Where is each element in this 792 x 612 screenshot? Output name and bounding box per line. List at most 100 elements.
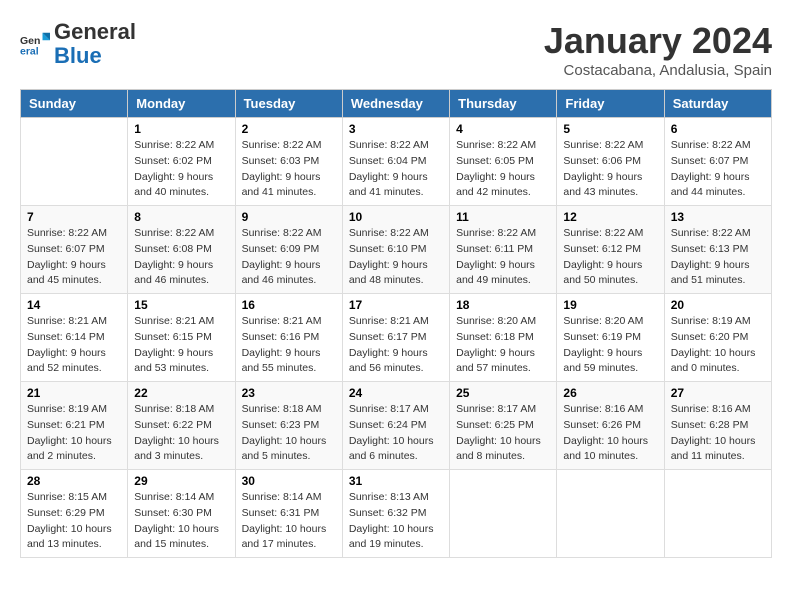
day-number: 19 xyxy=(563,298,657,312)
day-info: Sunrise: 8:21 AMSunset: 6:16 PMDaylight:… xyxy=(242,314,336,377)
day-number: 18 xyxy=(456,298,550,312)
day-cell: 11 Sunrise: 8:22 AMSunset: 6:11 PMDaylig… xyxy=(450,206,557,294)
day-cell: 25 Sunrise: 8:17 AMSunset: 6:25 PMDaylig… xyxy=(450,382,557,470)
day-number: 9 xyxy=(242,210,336,224)
day-number: 26 xyxy=(563,386,657,400)
day-info: Sunrise: 8:22 AMSunset: 6:05 PMDaylight:… xyxy=(456,138,550,201)
day-cell: 17 Sunrise: 8:21 AMSunset: 6:17 PMDaylig… xyxy=(342,294,449,382)
day-cell: 15 Sunrise: 8:21 AMSunset: 6:15 PMDaylig… xyxy=(128,294,235,382)
day-number: 1 xyxy=(134,122,228,136)
day-number: 23 xyxy=(242,386,336,400)
day-cell xyxy=(450,470,557,558)
day-cell: 8 Sunrise: 8:22 AMSunset: 6:08 PMDayligh… xyxy=(128,206,235,294)
weekday-header-row: SundayMondayTuesdayWednesdayThursdayFrid… xyxy=(21,90,772,118)
day-number: 27 xyxy=(671,386,765,400)
logo-text: General Blue xyxy=(54,20,136,68)
day-cell: 28 Sunrise: 8:15 AMSunset: 6:29 PMDaylig… xyxy=(21,470,128,558)
month-title: January 2024 xyxy=(544,20,772,62)
day-number: 24 xyxy=(349,386,443,400)
day-number: 8 xyxy=(134,210,228,224)
day-info: Sunrise: 8:14 AMSunset: 6:31 PMDaylight:… xyxy=(242,490,336,553)
day-cell: 24 Sunrise: 8:17 AMSunset: 6:24 PMDaylig… xyxy=(342,382,449,470)
day-number: 7 xyxy=(27,210,121,224)
day-cell: 21 Sunrise: 8:19 AMSunset: 6:21 PMDaylig… xyxy=(21,382,128,470)
day-number: 6 xyxy=(671,122,765,136)
day-cell: 19 Sunrise: 8:20 AMSunset: 6:19 PMDaylig… xyxy=(557,294,664,382)
day-info: Sunrise: 8:16 AMSunset: 6:26 PMDaylight:… xyxy=(563,402,657,465)
day-info: Sunrise: 8:14 AMSunset: 6:30 PMDaylight:… xyxy=(134,490,228,553)
day-info: Sunrise: 8:22 AMSunset: 6:03 PMDaylight:… xyxy=(242,138,336,201)
logo-general: General xyxy=(54,19,136,44)
day-info: Sunrise: 8:19 AMSunset: 6:21 PMDaylight:… xyxy=(27,402,121,465)
day-info: Sunrise: 8:22 AMSunset: 6:04 PMDaylight:… xyxy=(349,138,443,201)
day-number: 20 xyxy=(671,298,765,312)
svg-text:eral: eral xyxy=(20,46,39,58)
day-cell: 1 Sunrise: 8:22 AMSunset: 6:02 PMDayligh… xyxy=(128,118,235,206)
day-info: Sunrise: 8:22 AMSunset: 6:10 PMDaylight:… xyxy=(349,226,443,289)
day-number: 4 xyxy=(456,122,550,136)
week-row-5: 28 Sunrise: 8:15 AMSunset: 6:29 PMDaylig… xyxy=(21,470,772,558)
day-info: Sunrise: 8:20 AMSunset: 6:19 PMDaylight:… xyxy=(563,314,657,377)
day-number: 2 xyxy=(242,122,336,136)
day-cell: 12 Sunrise: 8:22 AMSunset: 6:12 PMDaylig… xyxy=(557,206,664,294)
day-cell: 22 Sunrise: 8:18 AMSunset: 6:22 PMDaylig… xyxy=(128,382,235,470)
day-cell: 23 Sunrise: 8:18 AMSunset: 6:23 PMDaylig… xyxy=(235,382,342,470)
day-info: Sunrise: 8:22 AMSunset: 6:11 PMDaylight:… xyxy=(456,226,550,289)
day-info: Sunrise: 8:21 AMSunset: 6:17 PMDaylight:… xyxy=(349,314,443,377)
day-number: 10 xyxy=(349,210,443,224)
day-info: Sunrise: 8:17 AMSunset: 6:25 PMDaylight:… xyxy=(456,402,550,465)
day-number: 16 xyxy=(242,298,336,312)
day-info: Sunrise: 8:22 AMSunset: 6:06 PMDaylight:… xyxy=(563,138,657,201)
week-row-2: 7 Sunrise: 8:22 AMSunset: 6:07 PMDayligh… xyxy=(21,206,772,294)
day-info: Sunrise: 8:22 AMSunset: 6:13 PMDaylight:… xyxy=(671,226,765,289)
page-header: Gen eral General Blue January 2024 Costa… xyxy=(20,20,772,79)
logo-blue: Blue xyxy=(54,43,102,68)
day-cell: 27 Sunrise: 8:16 AMSunset: 6:28 PMDaylig… xyxy=(664,382,771,470)
day-number: 3 xyxy=(349,122,443,136)
day-info: Sunrise: 8:18 AMSunset: 6:22 PMDaylight:… xyxy=(134,402,228,465)
day-number: 29 xyxy=(134,474,228,488)
day-info: Sunrise: 8:18 AMSunset: 6:23 PMDaylight:… xyxy=(242,402,336,465)
logo: Gen eral General Blue xyxy=(20,20,136,68)
day-number: 28 xyxy=(27,474,121,488)
weekday-header-friday: Friday xyxy=(557,90,664,118)
day-info: Sunrise: 8:15 AMSunset: 6:29 PMDaylight:… xyxy=(27,490,121,553)
week-row-1: 1 Sunrise: 8:22 AMSunset: 6:02 PMDayligh… xyxy=(21,118,772,206)
day-info: Sunrise: 8:21 AMSunset: 6:14 PMDaylight:… xyxy=(27,314,121,377)
day-cell: 18 Sunrise: 8:20 AMSunset: 6:18 PMDaylig… xyxy=(450,294,557,382)
calendar-table: SundayMondayTuesdayWednesdayThursdayFrid… xyxy=(20,89,772,558)
weekday-header-saturday: Saturday xyxy=(664,90,771,118)
day-cell: 5 Sunrise: 8:22 AMSunset: 6:06 PMDayligh… xyxy=(557,118,664,206)
day-cell xyxy=(664,470,771,558)
day-number: 25 xyxy=(456,386,550,400)
weekday-header-tuesday: Tuesday xyxy=(235,90,342,118)
day-cell: 29 Sunrise: 8:14 AMSunset: 6:30 PMDaylig… xyxy=(128,470,235,558)
day-number: 17 xyxy=(349,298,443,312)
day-cell xyxy=(21,118,128,206)
day-info: Sunrise: 8:17 AMSunset: 6:24 PMDaylight:… xyxy=(349,402,443,465)
day-number: 14 xyxy=(27,298,121,312)
location: Costacabana, Andalusia, Spain xyxy=(544,62,772,79)
day-cell: 3 Sunrise: 8:22 AMSunset: 6:04 PMDayligh… xyxy=(342,118,449,206)
day-info: Sunrise: 8:22 AMSunset: 6:02 PMDaylight:… xyxy=(134,138,228,201)
day-cell: 31 Sunrise: 8:13 AMSunset: 6:32 PMDaylig… xyxy=(342,470,449,558)
day-info: Sunrise: 8:16 AMSunset: 6:28 PMDaylight:… xyxy=(671,402,765,465)
weekday-header-wednesday: Wednesday xyxy=(342,90,449,118)
day-cell: 14 Sunrise: 8:21 AMSunset: 6:14 PMDaylig… xyxy=(21,294,128,382)
day-info: Sunrise: 8:22 AMSunset: 6:07 PMDaylight:… xyxy=(27,226,121,289)
day-cell: 30 Sunrise: 8:14 AMSunset: 6:31 PMDaylig… xyxy=(235,470,342,558)
day-cell: 10 Sunrise: 8:22 AMSunset: 6:10 PMDaylig… xyxy=(342,206,449,294)
day-number: 21 xyxy=(27,386,121,400)
day-cell: 20 Sunrise: 8:19 AMSunset: 6:20 PMDaylig… xyxy=(664,294,771,382)
logo-icon: Gen eral xyxy=(20,29,50,59)
day-number: 5 xyxy=(563,122,657,136)
day-info: Sunrise: 8:19 AMSunset: 6:20 PMDaylight:… xyxy=(671,314,765,377)
week-row-4: 21 Sunrise: 8:19 AMSunset: 6:21 PMDaylig… xyxy=(21,382,772,470)
title-block: January 2024 Costacabana, Andalusia, Spa… xyxy=(544,20,772,79)
day-cell: 7 Sunrise: 8:22 AMSunset: 6:07 PMDayligh… xyxy=(21,206,128,294)
day-number: 30 xyxy=(242,474,336,488)
day-number: 13 xyxy=(671,210,765,224)
day-cell: 13 Sunrise: 8:22 AMSunset: 6:13 PMDaylig… xyxy=(664,206,771,294)
day-info: Sunrise: 8:22 AMSunset: 6:07 PMDaylight:… xyxy=(671,138,765,201)
day-cell: 4 Sunrise: 8:22 AMSunset: 6:05 PMDayligh… xyxy=(450,118,557,206)
